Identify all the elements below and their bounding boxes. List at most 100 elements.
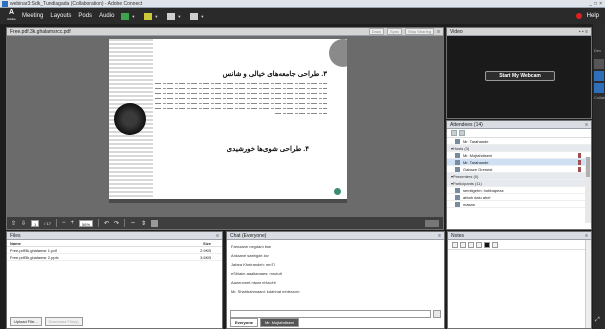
chat-input[interactable] — [230, 310, 431, 318]
attendee-row[interactable]: semtigehn: hobbapeza — [447, 187, 591, 194]
download-icon[interactable]: ⇩ — [21, 220, 26, 227]
attendees-pod: Attendees (14) ≡ Mr. Tarahande ▾ Hosts (3… — [446, 120, 592, 230]
chat-tab-private[interactable]: Mr. Mojtahdiseni — [260, 318, 300, 327]
italic-icon[interactable] — [468, 241, 474, 248]
attendee-status-icon[interactable] — [459, 130, 465, 136]
share-pod-title: Free.pdf.3k.ghalamsrcc.pdf — [10, 28, 71, 35]
chat-message: Farnaane negdam bse — [231, 244, 272, 249]
webcam-toggle[interactable]: ▼ — [144, 12, 159, 20]
speaker-toggle[interactable]: ▼ — [190, 12, 205, 20]
name-column-header[interactable]: Name — [10, 241, 21, 246]
fit-page-icon[interactable]: ⇕ — [141, 220, 146, 227]
shared-document-page: ۳. طراحی جامعه‌های خیالی و شانس ۴. طراحی… — [109, 39, 347, 203]
menu-help[interactable]: Help — [587, 13, 599, 19]
files-column-header: Name Size — [7, 240, 222, 247]
attendees-pod-title: Attendees (14) — [450, 121, 483, 128]
file-row[interactable]: Free.pdf3k.ghalamsr 2.pptx 3.6KB — [7, 254, 222, 261]
sync-button[interactable]: Sync — [387, 28, 402, 35]
download-file-button[interactable]: Download File(s) — [44, 317, 83, 326]
list-icon[interactable] — [492, 241, 498, 248]
send-icon[interactable] — [433, 310, 441, 318]
file-row[interactable]: Free.pdf3k.ghalamsr 1.pdf 2.9KB — [7, 247, 222, 254]
attendee-group-header[interactable]: ▾ Presenters (0) — [447, 173, 591, 180]
menu-audio[interactable]: Audio — [99, 13, 114, 19]
menu-meeting[interactable]: Meeting — [22, 13, 43, 19]
bold-icon[interactable] — [460, 241, 466, 248]
attendee-name: Gabaze Grenest — [463, 166, 493, 172]
zoom-select[interactable]: 56% — [79, 219, 94, 227]
window-titlebar: webinar3:Sdk_Tundiagada (Collaboration) … — [0, 0, 605, 8]
notes-scrollbar[interactable] — [585, 240, 591, 328]
zoom-in-icon[interactable]: + — [70, 220, 74, 226]
attendee-name: semtigehn: hobbapeza — [463, 187, 504, 193]
attendee-list: Mr. Tarahande ▾ Hosts (3) Mr. Mojtahdiseni… — [447, 138, 591, 208]
maximize-button[interactable]: □ — [594, 1, 597, 7]
zoom-out-icon[interactable]: − — [62, 220, 66, 226]
text-color-icon[interactable] — [484, 241, 490, 248]
files-pod-title: Files — [10, 232, 21, 239]
panel-block — [594, 59, 604, 69]
attendee-name: Presenters (0) — [453, 173, 479, 179]
pod-options-icon[interactable]: ≡ — [216, 233, 219, 239]
upload-file-button[interactable]: Upload File... — [10, 317, 42, 326]
attendee-row[interactable]: Mr. Mojtahdiseni — [447, 152, 591, 159]
stop-sharing-button[interactable]: Stop Sharing — [404, 28, 435, 35]
video-pod: Video ▪ ▪ ≡ Start My Webcam — [446, 27, 592, 119]
microphone-icon — [578, 166, 581, 172]
attendee-row[interactable]: Gabaze Grenest — [447, 166, 591, 173]
chevron-down-icon: ▼ — [200, 13, 205, 19]
attendee-name: masan — [463, 201, 476, 207]
font-size-icon[interactable] — [452, 241, 458, 248]
chat-tab-everyone[interactable]: Everyone — [230, 318, 259, 327]
size-column-header[interactable]: Size — [203, 241, 211, 246]
attendee-scrollbar[interactable] — [585, 157, 591, 223]
underline-icon[interactable] — [476, 241, 482, 248]
sync-toggle[interactable] — [425, 219, 439, 227]
microphone-icon — [578, 159, 581, 165]
fullscreen-icon[interactable] — [151, 219, 159, 227]
chevron-down-icon: ▼ — [177, 13, 182, 19]
menu-layouts[interactable]: Layouts — [50, 13, 71, 19]
attendee-group-header[interactable]: ▾ Hosts (3) — [447, 145, 591, 152]
fit-width-icon[interactable]: ⇔ — [130, 220, 136, 226]
user-icon — [455, 166, 460, 172]
pod-options-icon[interactable]: ≡ — [585, 122, 588, 128]
menu-pods[interactable]: Pods — [78, 13, 92, 19]
chevron-down-icon: ▼ — [154, 13, 159, 19]
pod-options-icon[interactable]: ≡ — [585, 233, 588, 239]
undo-icon[interactable]: ↶ — [104, 220, 109, 227]
expand-icon[interactable]: ⤢ — [595, 317, 600, 324]
page-number-input[interactable]: 1 — [31, 219, 40, 227]
pod-options-icon[interactable]: ≡ — [437, 29, 440, 35]
redo-icon[interactable]: ↷ — [114, 220, 119, 227]
attendee-row[interactable]: Mr. Tarahande — [447, 159, 591, 166]
adobe-logo: A Adobe — [7, 9, 16, 21]
decorative-circle — [329, 39, 347, 67]
start-webcam-button[interactable]: Start My Webcam — [485, 71, 555, 81]
attendee-view-icon[interactable] — [451, 130, 457, 136]
page-total: / 17 — [44, 220, 51, 226]
attendee-row[interactable]: Mr. Tarahande — [447, 138, 591, 145]
minimize-button[interactable]: _ — [589, 1, 592, 7]
document-subheading: ۴. طراحی شوی‌ها خورشیدی — [226, 146, 309, 153]
microphone-toggle[interactable]: ▼ — [121, 12, 135, 20]
attendee-name: Mr. Tarahande — [463, 138, 489, 144]
draw-button[interactable]: Draw — [368, 28, 385, 35]
pod-options-icon[interactable]: ≡ — [438, 233, 441, 239]
panel-block-selected[interactable] — [594, 83, 604, 93]
record-icon[interactable] — [575, 13, 582, 19]
attendee-group-header[interactable]: ▾ Participants (11) — [447, 180, 591, 187]
user-icon — [455, 159, 460, 165]
upload-icon[interactable]: ⇧ — [11, 220, 16, 227]
microphone-icon — [121, 12, 130, 20]
status-toggle[interactable]: ▼ — [167, 12, 182, 20]
close-button[interactable]: × — [599, 1, 602, 7]
attendee-row[interactable]: masan — [447, 201, 591, 208]
chat-message: Aaneunnet niwar nHaoHr — [231, 280, 276, 285]
attendee-row[interactable]: afeah dalu ahel — [447, 194, 591, 201]
panel-block-selected[interactable] — [594, 71, 604, 81]
attendees-toolbar — [447, 129, 591, 138]
window-title: webinar3:Sdk_Tundiagada (Collaboration) … — [10, 0, 143, 7]
user-icon — [455, 138, 460, 144]
pod-options-icon[interactable]: ▪ ▪ ≡ — [579, 29, 588, 35]
